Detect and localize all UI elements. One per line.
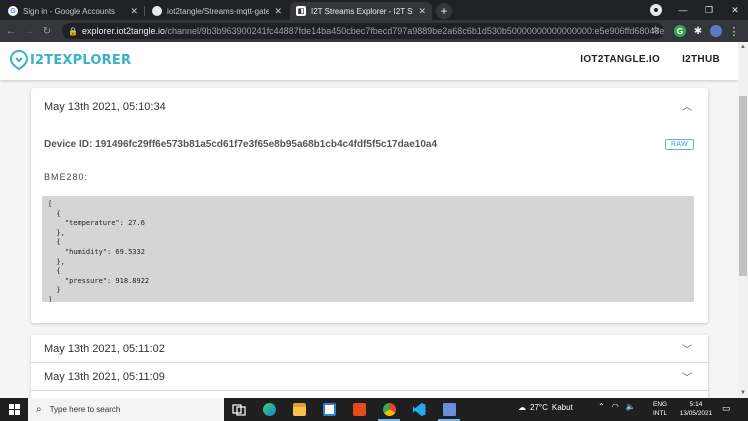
nav-iot2tangle[interactable]: IOT2TANGLE.IO [580,54,660,65]
notification-icon[interactable]: ▭ [722,403,731,414]
nav-i2thub[interactable]: I2THUB [682,54,720,65]
file-explorer-icon[interactable] [284,398,314,421]
back-icon[interactable]: ← [4,26,18,37]
message-card-collapsed[interactable]: May 13th 2021, 05:11:02 ﹀ [31,335,708,363]
clock-date: 13/05/2021 [679,410,713,417]
lock-icon[interactable]: 🔒 [68,27,78,36]
tab-title: iot2tangle/Streams-mqtt-gatewa [167,6,270,16]
app-header: I2TEXPLORER IOT2TANGLE.IO I2THUB [0,42,738,80]
chrome-icon[interactable] [374,398,404,421]
network-app-icon[interactable] [434,398,464,421]
maximize-icon[interactable]: ❐ [696,5,722,16]
office-icon[interactable] [344,398,374,421]
message-timestamp[interactable]: May 13th 2021, 05:10:34 [44,101,166,113]
scroll-up-icon[interactable]: ▲ [738,42,748,52]
task-view-icon[interactable] [224,398,254,421]
close-icon[interactable]: ✕ [274,6,282,17]
taskbar-search-box[interactable]: ⌕ Type here to search [28,398,224,421]
store-icon[interactable] [314,398,344,421]
url-path: /channel/9b3b963900241fc44887fde14ba450c… [165,26,664,36]
tab-title: I2T Streams Explorer - I2T Stream [311,6,413,16]
tab-google-sign-in[interactable]: G Sign in - Google Accounts ✕ [2,2,145,20]
tab-separator [144,6,145,16]
weather-text: Kabut [551,403,573,412]
url-text: explorer.iot2tangle.io/channel/9b3b96390… [82,26,664,36]
url-host: explorer.iot2tangle.io [81,26,166,36]
volume-icon[interactable]: 🔈 [626,402,636,411]
logo-text: I2TEXPLORER [30,52,132,68]
tab-i2t-explorer[interactable]: ◧ I2T Streams Explorer - I2T Stream ✕ [290,2,432,20]
kebab-menu-icon[interactable]: ⋮ [728,25,740,38]
taskbar-clock[interactable]: 5:14 13/05/2021 [678,400,714,418]
google-icon: G [8,6,18,16]
message-timestamp: May 13th 2021, 05:11:09 [44,371,165,383]
device-id: Device ID: 191496fc29ff6e573b81a5cd61f7e… [44,139,438,150]
message-card-expanded: May 13th 2021, 05:10:34 ︿ Device ID: 191… [31,88,708,323]
wifi-icon[interactable]: ◠ [612,402,619,411]
search-icon: ⌕ [36,404,42,415]
start-button[interactable] [0,404,28,415]
new-tab-button[interactable]: + [436,3,452,19]
github-icon [152,6,162,16]
input-language[interactable]: ENG INTL [653,400,667,418]
weather-widget[interactable]: ☁ 27°C Kabut [518,403,573,412]
lang-line1: ENG [653,401,668,408]
weather-cloud-icon: ☁ [518,403,526,412]
minimize-icon[interactable]: — [670,5,696,15]
close-icon[interactable]: ✕ [418,6,426,17]
edge-icon[interactable] [254,398,284,421]
web-page: I2TEXPLORER IOT2TANGLE.IO I2THUB May 13t… [0,42,738,398]
media-record-icon[interactable] [650,4,662,16]
lang-line2: INTL [653,410,668,417]
i2t-logo[interactable]: I2TEXPLORER [10,50,131,70]
system-tray: ⌃ ◠ 🔈 [598,402,636,411]
clock-time: 5:14 [689,401,703,408]
top-nav: IOT2TANGLE.IO I2THUB [580,54,720,65]
close-icon[interactable]: ✕ [130,6,138,17]
tray-chevron-up-icon[interactable]: ⌃ [598,402,605,411]
grammarly-extension-icon[interactable]: G [674,25,686,37]
tab-github[interactable]: iot2tangle/Streams-mqtt-gatewa ✕ [146,2,288,20]
raw-button[interactable]: RAW [665,139,694,150]
weather-temp: 27°C [530,403,548,412]
message-timestamp: May 13th 2021, 05:11:02 [44,343,165,355]
forward-icon[interactable]: → [22,26,36,37]
browser-toolbar: ← → ↻ 🔒 explorer.iot2tangle.io/channel/9… [0,20,748,42]
page-scrollbar[interactable]: ▲ ▼ [738,42,748,398]
window-close-icon[interactable]: ✕ [722,5,748,16]
message-card-collapsed[interactable]: May 13th 2021, 05:11:09 ﹀ [31,363,708,391]
window-controls: — ❐ ✕ [670,0,748,20]
logo-cloud-icon [10,50,28,70]
scrollbar-thumb[interactable] [739,96,747,276]
sensor-label: BME280: [44,172,89,182]
profile-avatar[interactable] [710,25,722,37]
tab-title: Sign in - Google Accounts [23,6,116,16]
windows-logo-icon [8,404,20,415]
json-payload: [ { "temperature": 27.6 }, { "humidity":… [42,196,694,302]
address-bar[interactable]: 🔒 explorer.iot2tangle.io/channel/9b3b963… [62,23,664,39]
bookmark-star-icon[interactable]: ☆ [651,25,660,36]
search-placeholder: Type here to search [49,405,121,414]
i2t-icon: ◧ [296,6,306,16]
extensions-puzzle-icon[interactable]: ✱ [692,25,704,37]
windows-taskbar: ⌕ Type here to search ☁ 27°C Kabut ⌃ ◠ 🔈… [0,398,748,421]
chevron-up-icon[interactable]: ︿ [682,98,692,113]
vscode-icon[interactable] [404,398,434,421]
reload-icon[interactable]: ↻ [40,26,54,37]
chevron-down-icon[interactable]: ﹀ [682,369,692,384]
browser-tab-strip: G Sign in - Google Accounts ✕ iot2tangle… [0,0,748,20]
chevron-down-icon[interactable]: ﹀ [682,341,692,356]
message-card-partial[interactable] [31,391,708,398]
scroll-down-icon[interactable]: ▼ [738,388,748,398]
